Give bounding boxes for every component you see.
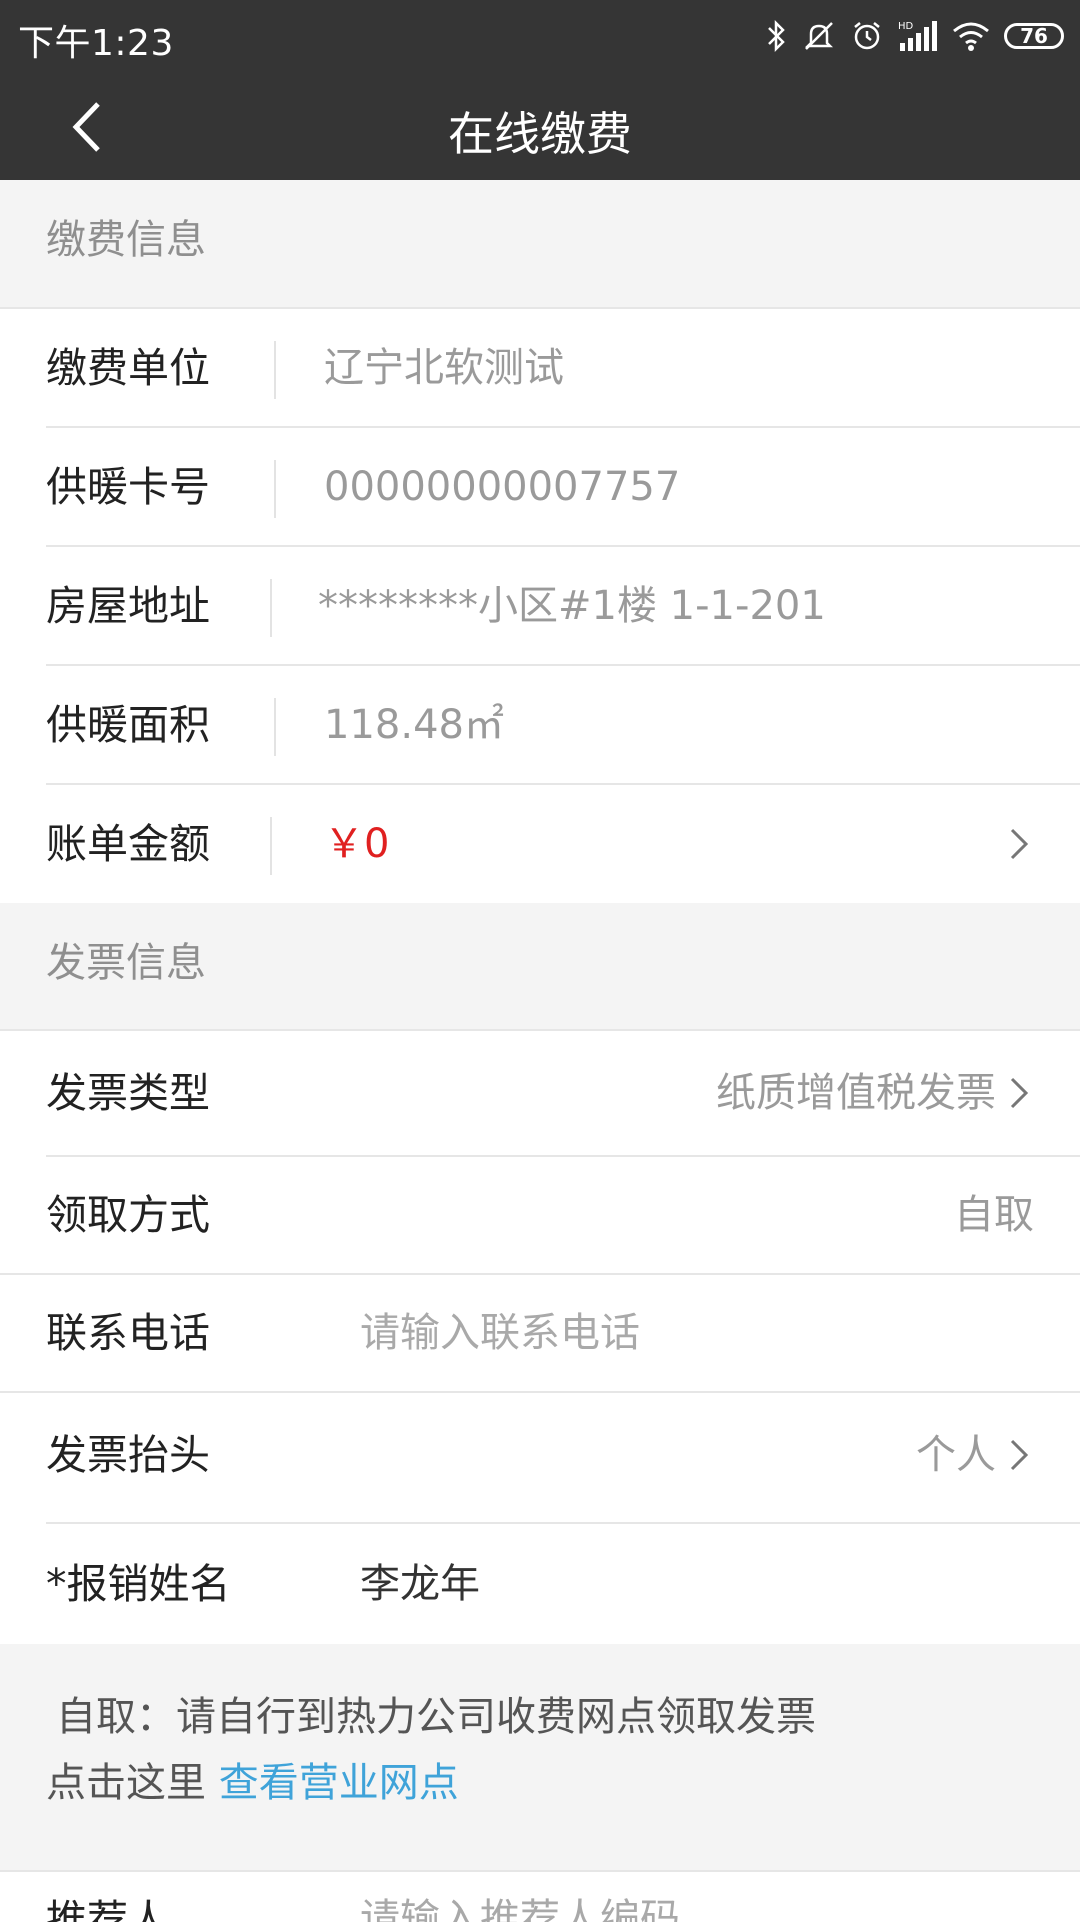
label-reimburse-name: *报销姓名 [46,1560,231,1608]
label-pickup-method: 领取方式 [46,1191,210,1239]
alarm-icon [850,19,884,53]
row-heating-area: 供暖面积 118.48㎡ [0,666,1080,784]
status-icons: HD 76 [766,16,1064,56]
row-referrer: 推荐人 请输入推荐人编码 [0,1870,1080,1922]
value-heating-area: 118.48㎡ [324,702,504,748]
bill-amount-arrow [1004,785,1034,903]
label-house-address: 房屋地址 [46,582,210,630]
section-header-payment: 缴费信息 [0,180,1080,308]
vertical-divider [270,579,272,637]
row-pickup-method: 领取方式 自取 [0,1157,1080,1273]
label-invoice-type: 发票类型 [46,1069,210,1117]
chevron-right-icon [1010,1077,1029,1109]
chevron-right-icon [1010,828,1029,860]
label-contact-phone: 联系电话 [46,1309,210,1357]
value-bill-amount: ￥0 [324,821,390,867]
vertical-divider [270,817,272,875]
row-reimburse-name: *报销姓名 李龙年 [0,1524,1080,1644]
invoice-heading-selector: 个人 [916,1393,1034,1517]
payment-info-card: 缴费单位 辽宁北软测试 供暖卡号 00000000007757 房屋地址 ***… [0,309,1080,903]
section-header-invoice: 发票信息 [0,903,1080,1029]
referrer-input[interactable]: 请输入推荐人编码 [360,1886,680,1922]
note-line-2: 点击这里 查看营业网点 [46,1750,459,1808]
label-heating-card: 供暖卡号 [46,463,210,511]
contact-phone-input[interactable]: 请输入联系电话 [360,1275,640,1391]
row-bill-amount[interactable]: 账单金额 ￥0 [0,785,1080,903]
label-payment-unit: 缴费单位 [46,344,210,392]
battery-level: 76 [1020,24,1048,48]
value-payment-unit: 辽宁北软测试 [324,345,564,391]
label-heating-area: 供暖面积 [46,701,210,749]
mute-icon [802,19,836,53]
nav-bar: 在线缴费 [0,74,1080,180]
value-invoice-type: 纸质增值税发票 [716,1070,996,1116]
chevron-right-icon [1010,1439,1029,1471]
value-house-address: ********小区#1楼 1-1-201 [318,583,826,629]
label-invoice-heading: 发票抬头 [46,1431,210,1479]
invoice-info-card: 发票类型 纸质增值税发票 领取方式 自取 联系电话 请输入联系电话 发票抬头 个… [0,1031,1080,1644]
row-payment-unit: 缴费单位 辽宁北软测试 [0,309,1080,427]
value-invoice-heading: 个人 [916,1432,996,1478]
value-heating-card: 00000000007757 [324,464,681,510]
row-house-address: 房屋地址 ********小区#1楼 1-1-201 [0,547,1080,665]
reimburse-name-input[interactable]: 李龙年 [360,1524,480,1644]
row-contact-phone: 联系电话 请输入联系电话 [0,1275,1080,1391]
value-pickup-method: 自取 [954,1192,1034,1238]
vertical-divider [274,460,276,518]
status-time: 下午1:23 [18,23,174,64]
row-invoice-heading[interactable]: 发票抬头 个人 [0,1393,1080,1517]
status-bar: 下午1:23 HD 76 [0,0,1080,74]
note-line-1: 自取：请自行到热力公司收费网点领取发票 [56,1694,816,1740]
row-heating-card: 供暖卡号 00000000007757 [0,428,1080,546]
vertical-divider [274,698,276,756]
pickup-note: 自取：请自行到热力公司收费网点领取发票 点击这里 查看营业网点 [0,1644,1080,1870]
view-outlets-link[interactable]: 查看营业网点 [219,1760,459,1806]
row-invoice-type[interactable]: 发票类型 纸质增值税发票 [0,1031,1080,1155]
svg-text:HD: HD [898,21,914,32]
bluetooth-icon [766,19,788,53]
invoice-type-selector: 纸质增值税发票 [716,1031,1034,1155]
hd-signal-icon: HD [898,19,938,53]
page-title: 在线缴费 [448,107,632,161]
wifi-icon [952,20,990,52]
vertical-divider [274,341,276,399]
label-referrer: 推荐人 [46,1896,169,1922]
note-prefix: 点击这里 [46,1760,219,1806]
label-bill-amount: 账单金额 [46,820,210,868]
battery-icon: 76 [1004,23,1064,49]
